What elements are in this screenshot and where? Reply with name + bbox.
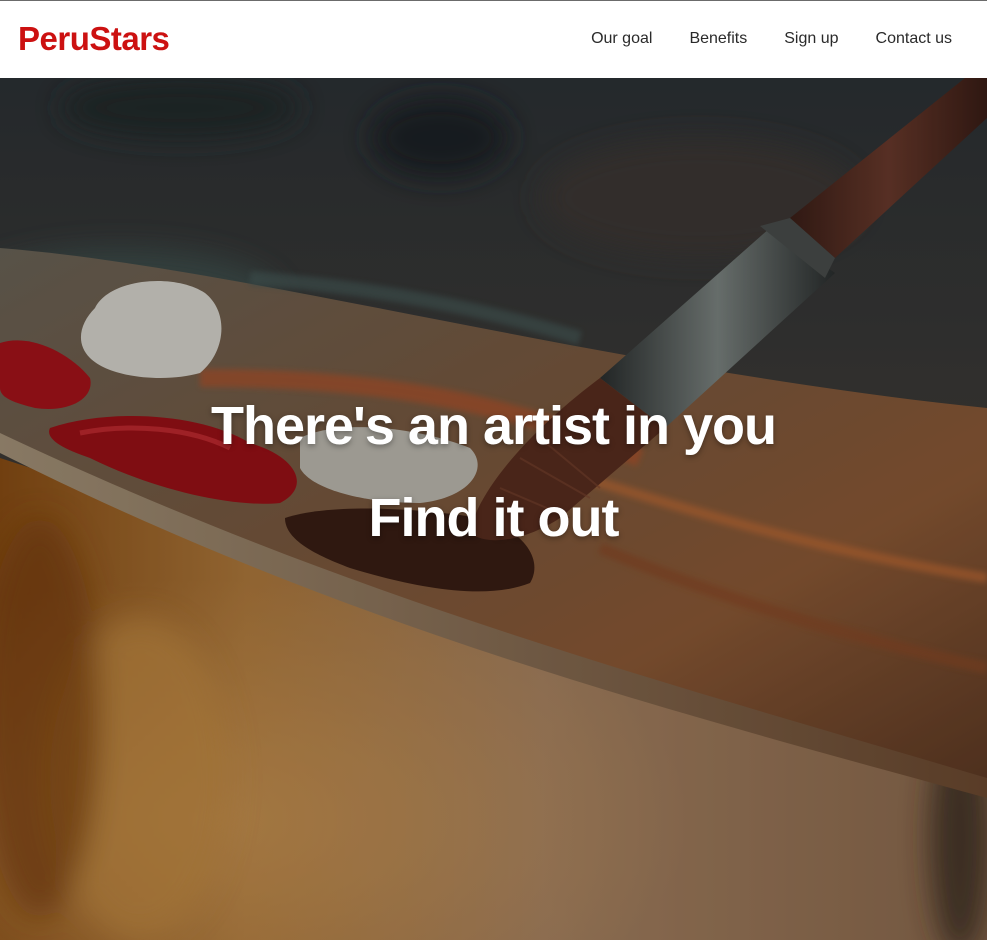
nav-link-contact-us[interactable]: Contact us: [876, 28, 952, 50]
brand-logo[interactable]: PeruStars: [18, 21, 170, 57]
nav-link-benefits[interactable]: Benefits: [689, 28, 747, 50]
hero-subheadline: Find it out: [368, 488, 620, 548]
nav-link-our-goal[interactable]: Our goal: [591, 28, 652, 50]
landing-page: PeruStars Our goal Benefits Sign up Cont…: [0, 0, 987, 940]
main-nav: Our goal Benefits Sign up Contact us: [591, 28, 952, 50]
nav-link-sign-up[interactable]: Sign up: [784, 28, 838, 50]
hero-headline: There's an artist in you: [211, 396, 777, 456]
site-header: PeruStars Our goal Benefits Sign up Cont…: [0, 0, 987, 78]
hero-section: There's an artist in you Find it out: [0, 78, 987, 940]
